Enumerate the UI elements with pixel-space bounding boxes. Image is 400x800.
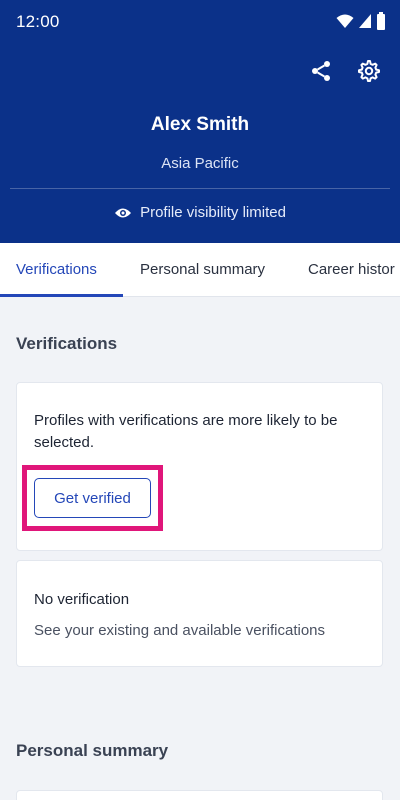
profile-name: Alex Smith [150, 114, 250, 135]
share-icon [312, 61, 330, 81]
battery-icon [377, 12, 385, 30]
no-verification-card[interactable]: No verification See your existing and av… [16, 560, 383, 667]
settings-button[interactable] [356, 58, 382, 84]
status-time: 12:00 [16, 12, 60, 31]
profile-tabs: Verifications Personal summary Career hi… [0, 243, 400, 297]
status-icons [336, 12, 386, 30]
no-verification-title: No verification [34, 591, 130, 608]
profile-visibility[interactable]: Profile visibility limited [0, 204, 400, 221]
tab-career-history[interactable]: Career histor [308, 243, 395, 296]
profile-header: 12:00 Alex Smith Asia Pacific Profile vi… [0, 0, 400, 243]
tab-personal-summary[interactable]: Personal summary [140, 243, 265, 296]
tab-verifications[interactable]: Verifications [16, 243, 97, 296]
get-verified-button[interactable]: Get verified [34, 478, 151, 518]
cellular-signal-icon [359, 14, 371, 28]
verification-promo-text: Profiles with verifications are more lik… [34, 412, 338, 451]
personal-summary-card [16, 790, 383, 800]
profile-region: Asia Pacific [161, 155, 239, 172]
verifications-section-title: Verifications [16, 334, 118, 353]
settings-gear-icon [358, 60, 380, 82]
header-divider [10, 188, 390, 189]
share-button[interactable] [308, 58, 334, 84]
eye-icon [115, 208, 132, 217]
personal-summary-section-title: Personal summary [16, 741, 169, 760]
no-verification-description: See your existing and available verifica… [34, 622, 325, 639]
header-actions [308, 58, 382, 84]
visibility-label: Profile visibility limited [140, 204, 286, 221]
wifi-icon [336, 14, 354, 28]
active-tab-indicator [0, 294, 123, 297]
status-bar: 12:00 [0, 0, 400, 44]
